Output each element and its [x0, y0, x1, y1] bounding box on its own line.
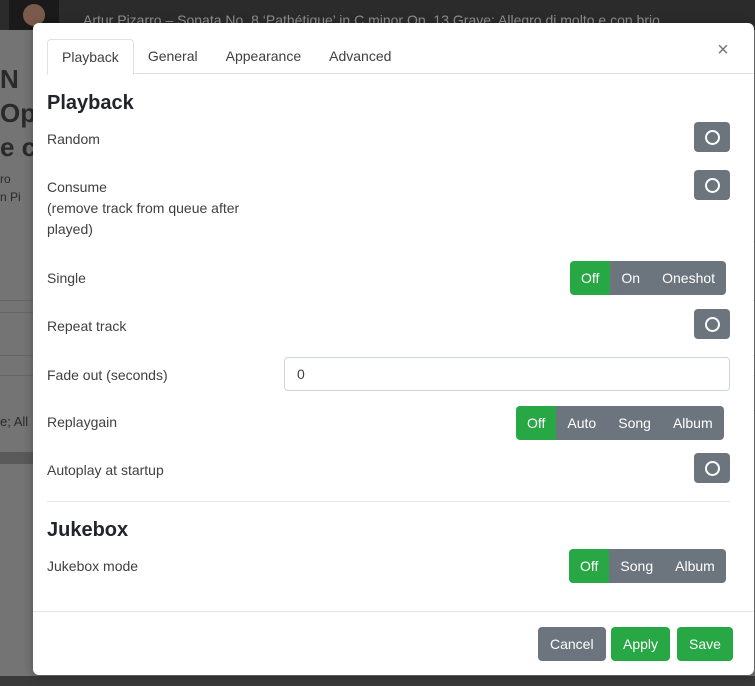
bg-text-fragment: e; All — [0, 414, 29, 429]
repeat-track-label: Repeat track — [47, 318, 127, 334]
jukebox-off-button[interactable]: Off — [569, 549, 610, 583]
single-label: Single — [47, 270, 86, 286]
replaygain-label: Replaygain — [47, 414, 118, 430]
bg-footer-bar — [0, 676, 755, 686]
single-on-button[interactable]: On — [610, 261, 652, 295]
random-label: Random — [47, 131, 100, 147]
settings-modal: Playback General Appearance Advanced × P… — [33, 23, 754, 675]
jukebox-mode-button-group: Off Song Album — [569, 549, 726, 583]
consume-toggle[interactable] — [694, 170, 730, 200]
apply-button[interactable]: Apply — [611, 627, 671, 661]
cancel-button[interactable]: Cancel — [538, 627, 606, 661]
tab-appearance[interactable]: Appearance — [212, 39, 316, 73]
consume-label-line: (remove track from queue after — [47, 200, 240, 216]
tab-playback[interactable]: Playback — [47, 39, 134, 75]
random-toggle[interactable] — [694, 122, 730, 152]
toggle-off-icon — [705, 461, 720, 476]
replaygain-song-button[interactable]: Song — [607, 406, 662, 440]
bg-title-fragment: N — [0, 64, 19, 94]
single-oneshot-button[interactable]: Oneshot — [651, 261, 727, 295]
autoplay-label: Autoplay at startup — [47, 462, 164, 478]
single-button-group: Off On Oneshot — [570, 261, 727, 295]
toggle-off-icon — [705, 178, 720, 193]
section-divider — [47, 501, 730, 502]
settings-tabs: Playback General Appearance Advanced — [47, 39, 405, 75]
replaygain-off-button[interactable]: Off — [516, 406, 557, 440]
bg-text-fragment: ro — [0, 172, 11, 186]
bg-divider — [0, 355, 33, 356]
bg-progress-bar — [0, 452, 33, 464]
replaygain-button-group: Off Auto Song Album — [516, 406, 724, 440]
footer-divider — [33, 611, 754, 612]
autoplay-toggle[interactable] — [694, 453, 730, 483]
bg-text-fragment: n Pi — [0, 190, 21, 204]
repeat-track-toggle[interactable] — [694, 309, 730, 339]
fadeout-input[interactable] — [295, 358, 719, 390]
close-icon[interactable]: × — [715, 39, 731, 62]
bg-divider — [0, 312, 33, 313]
jukebox-album-button[interactable]: Album — [664, 549, 726, 583]
toggle-off-icon — [705, 317, 720, 332]
replaygain-album-button[interactable]: Album — [661, 406, 724, 440]
consume-label: Consume (remove track from queue after p… — [47, 177, 239, 240]
jukebox-song-button[interactable]: Song — [609, 549, 665, 583]
tab-advanced[interactable]: Advanced — [315, 39, 405, 73]
fadeout-field[interactable] — [284, 357, 730, 391]
bg-title-fragment: e c — [0, 132, 37, 162]
replaygain-auto-button[interactable]: Auto — [556, 406, 608, 440]
bg-divider — [0, 300, 33, 301]
save-button[interactable]: Save — [677, 627, 733, 661]
consume-label-line: Consume — [47, 179, 107, 195]
tab-general[interactable]: General — [134, 39, 212, 73]
consume-label-line: played) — [47, 221, 93, 237]
jukebox-mode-label: Jukebox mode — [47, 558, 139, 574]
playback-section-title: Playback — [47, 92, 134, 114]
toggle-off-icon — [705, 130, 720, 145]
single-off-button[interactable]: Off — [570, 261, 611, 295]
bg-divider — [0, 375, 33, 376]
fadeout-label: Fade out (seconds) — [47, 367, 168, 383]
jukebox-section-title: Jukebox — [47, 519, 129, 541]
tabs-underline — [47, 73, 754, 74]
bg-title-fragment: Op — [0, 98, 37, 128]
